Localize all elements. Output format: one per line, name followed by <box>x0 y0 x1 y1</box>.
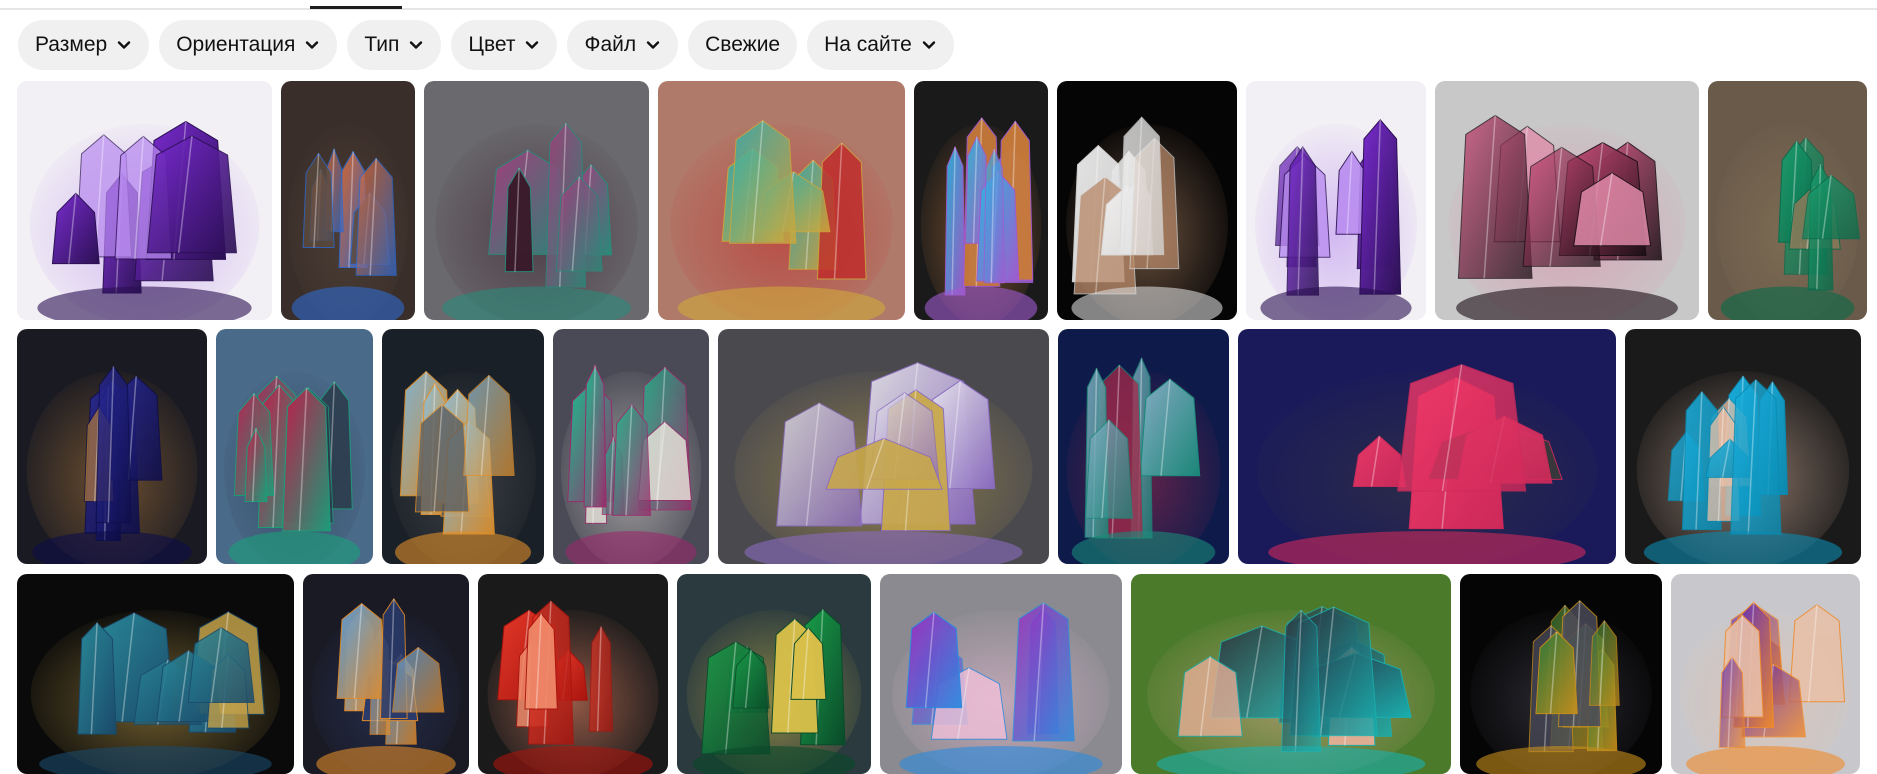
image-thumbnail-green-blue-fluorite-cluster[interactable] <box>17 574 294 774</box>
chevron-down-icon <box>524 37 540 53</box>
filter-file-label: Файл <box>584 33 637 56</box>
image-thumbnail-rainbow-crystal-on-rock[interactable] <box>281 81 415 320</box>
image-thumbnail-green-fluorite-tower[interactable] <box>1708 81 1867 320</box>
image-thumbnail-pink-black-crystal-cluster[interactable] <box>1435 81 1699 320</box>
filter-type-button[interactable]: Тип <box>347 20 442 70</box>
filter-size-button[interactable]: Размер <box>18 20 150 70</box>
image-thumbnail-purple-fluorite-cube-repeat[interactable] <box>1246 81 1426 320</box>
image-thumbnail-purple-orange-crystal-cluster[interactable] <box>1671 574 1860 774</box>
filter-bar: Размер Ориентация Тип Цвет Файл Свежие Н… <box>18 20 954 70</box>
active-tab-indicator <box>310 6 402 9</box>
filter-fresh-label: Свежие <box>705 33 781 56</box>
filter-on-site-label: На сайте <box>824 33 912 56</box>
image-thumbnail-blue-opal-stone[interactable] <box>303 574 469 774</box>
image-thumbnail-quartz-point-green-phantom[interactable] <box>1058 329 1229 564</box>
filter-on-site-button[interactable]: На сайте <box>807 20 954 70</box>
image-thumbnail-multicolor-crystal-point[interactable] <box>1460 574 1662 774</box>
image-thumbnail-iridescent-crystal-in-hand[interactable] <box>1131 574 1451 774</box>
chevron-down-icon <box>408 37 424 53</box>
image-thumbnail-green-crystal-on-yellow-base[interactable] <box>677 574 871 774</box>
chevron-down-icon <box>921 37 937 53</box>
filter-type-label: Тип <box>364 33 400 56</box>
image-thumbnail-white-needle-cluster-in-hand[interactable] <box>1057 81 1237 320</box>
top-divider <box>0 8 1877 10</box>
image-thumbnail-multicolor-tourmaline-block[interactable] <box>424 81 649 320</box>
image-thumbnail-opal-crystal-rock[interactable] <box>382 329 544 564</box>
image-thumbnail-quartz-and-pyrite-cluster[interactable] <box>718 329 1049 564</box>
filter-orientation-button[interactable]: Ориентация <box>159 20 338 70</box>
filter-orientation-label: Ориентация <box>176 33 296 56</box>
image-thumbnail-blue-geode[interactable] <box>914 81 1048 320</box>
image-thumbnail-rainbow-druzy-geode[interactable] <box>880 574 1122 774</box>
image-thumbnail-watermelon-tourmaline-slab[interactable] <box>658 81 905 320</box>
filter-fresh-button[interactable]: Свежие <box>688 20 798 70</box>
filter-color-button[interactable]: Цвет <box>451 20 558 70</box>
image-thumbnail-red-crystal-cluster[interactable] <box>478 574 668 774</box>
filter-color-label: Цвет <box>468 33 516 56</box>
chevron-down-icon <box>645 37 661 53</box>
image-thumbnail-green-fluorite-cube-on-matrix[interactable] <box>553 329 709 564</box>
image-thumbnail-red-rhodochrosite-cluster[interactable] <box>1238 329 1616 564</box>
image-thumbnail-purple-fluorite-cube[interactable] <box>17 81 272 320</box>
image-thumbnail-blue-crystal-cluster-in-hand[interactable] <box>1625 329 1861 564</box>
chevron-down-icon <box>116 37 132 53</box>
chevron-down-icon <box>304 37 320 53</box>
image-thumbnail-red-rhodochrosite-on-malachite[interactable] <box>216 329 373 564</box>
image-thumbnail-dark-blue-azurite[interactable] <box>17 329 207 564</box>
filter-size-label: Размер <box>35 33 108 56</box>
filter-file-button[interactable]: Файл <box>567 20 679 70</box>
